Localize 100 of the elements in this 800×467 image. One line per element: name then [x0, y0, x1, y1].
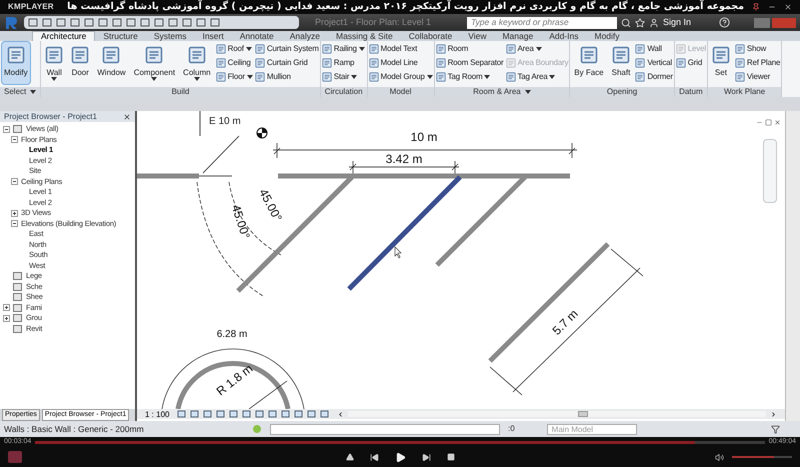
- ribbon-button[interactable]: Grid: [676, 56, 706, 70]
- leader-line: [200, 111, 240, 174]
- ribbon-tab[interactable]: Modify: [586, 32, 628, 41]
- curved-wall[interactable]: [176, 361, 290, 409]
- stop-icon[interactable]: [447, 453, 455, 461]
- ribbon-tab[interactable]: View: [460, 32, 494, 41]
- ribbon-button[interactable]: Shaft: [608, 41, 634, 85]
- pin-icon[interactable]: [752, 3, 760, 11]
- tool-icon: [188, 46, 206, 64]
- ribbon-button[interactable]: Curtain System: [254, 42, 319, 56]
- restore-icon[interactable]: [765, 119, 772, 126]
- caret-icon: [194, 77, 200, 81]
- ribbon-button[interactable]: Wall: [42, 41, 66, 85]
- collapse-icon[interactable]: [11, 220, 18, 228]
- tool-icon: [676, 58, 686, 68]
- panel-title[interactable]: Room & Area: [434, 87, 570, 97]
- ribbon-button[interactable]: Wall: [635, 42, 673, 56]
- ribbon-button[interactable]: Room Separator: [436, 56, 504, 70]
- collapse-icon[interactable]: [3, 126, 10, 133]
- ribbon-button[interactable]: Mullion: [254, 70, 319, 84]
- ribbon-button[interactable]: Modify: [1, 41, 31, 85]
- next-icon[interactable]: [422, 452, 431, 462]
- help-icon[interactable]: [719, 17, 730, 28]
- ribbon-tab[interactable]: Systems: [146, 32, 194, 41]
- collapse-icon[interactable]: [11, 136, 18, 144]
- tool-icon: [216, 44, 226, 54]
- ribbon-button[interactable]: Window: [94, 41, 129, 85]
- ribbon-button[interactable]: Ramp: [322, 56, 365, 70]
- expand-icon[interactable]: [3, 304, 10, 312]
- close-icon[interactable]: [123, 112, 131, 120]
- user-icon[interactable]: [649, 18, 659, 28]
- ribbon-button[interactable]: Vertical: [635, 56, 673, 70]
- ribbon-button[interactable]: Viewer: [734, 70, 780, 84]
- close-icon[interactable]: [784, 3, 792, 11]
- filter-icon[interactable]: [771, 424, 780, 434]
- previous-icon[interactable]: [370, 452, 379, 462]
- ribbon-button[interactable]: Roof: [216, 42, 253, 56]
- ribbon-button[interactable]: Set: [708, 41, 733, 85]
- vertical-scrollbar[interactable]: [785, 111, 800, 421]
- panel-title[interactable]: Select: [0, 87, 40, 97]
- ribbon-button[interactable]: Room: [436, 42, 504, 56]
- tool-icon: [676, 44, 686, 54]
- ribbon-button[interactable]: Curtain Grid: [254, 56, 319, 70]
- tool-icon: [635, 72, 646, 82]
- ribbon-tab[interactable]: Collaborate: [400, 32, 460, 41]
- ribbon-button[interactable]: Door: [68, 41, 92, 85]
- sign-in-button[interactable]: Sign In: [663, 16, 692, 30]
- tool-icon: [734, 44, 745, 54]
- ribbon-tab[interactable]: Massing & Site: [328, 32, 401, 41]
- ribbon-button[interactable]: Area: [506, 42, 568, 56]
- expand-icon[interactable]: [11, 210, 18, 217]
- panel-title-text: Build: [172, 87, 190, 97]
- ribbon-button[interactable]: Tag Area: [506, 70, 568, 84]
- ribbon-button[interactable]: Component: [130, 41, 178, 85]
- view-category-icon: [13, 125, 22, 134]
- expand-icon[interactable]: [3, 314, 10, 322]
- ribbon-tab[interactable]: Analyze: [282, 32, 328, 41]
- ribbon-button[interactable]: Show: [734, 42, 780, 56]
- search-field[interactable]: Type a keyword or phrase: [467, 16, 617, 28]
- ribbon-button[interactable]: Model Group: [368, 70, 433, 84]
- dimension-label: R 1.8 m: [214, 361, 256, 398]
- tool-icon: [216, 72, 226, 82]
- ribbon-button[interactable]: Tag Room: [436, 70, 504, 84]
- wall[interactable]: [488, 242, 610, 363]
- wall[interactable]: [347, 175, 462, 291]
- ribbon-button[interactable]: Model Line: [368, 56, 433, 70]
- tool-icon: [254, 44, 265, 54]
- ribbon-button[interactable]: By Face: [571, 41, 607, 85]
- ribbon-button[interactable]: Model Text: [368, 42, 433, 56]
- scroll-thumb[interactable]: [578, 411, 588, 417]
- caret-icon: [358, 47, 365, 51]
- ribbon-button[interactable]: Railing: [322, 42, 365, 56]
- ribbon-button[interactable]: Floor: [216, 70, 253, 84]
- play-icon[interactable]: [395, 452, 406, 462]
- tool-icon: [102, 46, 120, 64]
- scroll-left-icon[interactable]: [337, 410, 344, 418]
- ribbon-button[interactable]: Ceiling: [216, 56, 253, 70]
- close-icon[interactable]: [774, 119, 781, 126]
- search-icon[interactable]: [621, 18, 631, 28]
- scroll-right-icon[interactable]: [770, 410, 777, 418]
- ribbon-button[interactable]: Column: [180, 41, 214, 85]
- tool-icon: [145, 46, 164, 64]
- ribbon-tab[interactable]: Insert: [194, 32, 232, 41]
- ribbon-tab[interactable]: Manage: [494, 32, 542, 41]
- ribbon-tab[interactable]: Add-Ins: [541, 32, 586, 41]
- volume-icon[interactable]: [715, 452, 724, 462]
- ribbon-button[interactable]: Ref Plane: [734, 56, 780, 70]
- collapse-icon[interactable]: [11, 178, 18, 186]
- ribbon-tab[interactable]: Structure: [95, 32, 146, 41]
- tool-icon: [254, 72, 265, 82]
- ribbon-button[interactable]: Dormer: [635, 70, 673, 84]
- ribbon-tab[interactable]: Annotate: [232, 32, 282, 41]
- ribbon-tab[interactable]: Architecture: [32, 31, 96, 41]
- star-icon[interactable]: [635, 18, 645, 28]
- survey-point-icon: [256, 128, 268, 138]
- app-logo-icon[interactable]: [4, 16, 20, 30]
- ribbon-button[interactable]: Stair: [322, 70, 365, 84]
- eject-icon[interactable]: [346, 453, 354, 461]
- tool-icon: [506, 58, 516, 68]
- scale-label[interactable]: 1 : 100: [145, 410, 173, 418]
